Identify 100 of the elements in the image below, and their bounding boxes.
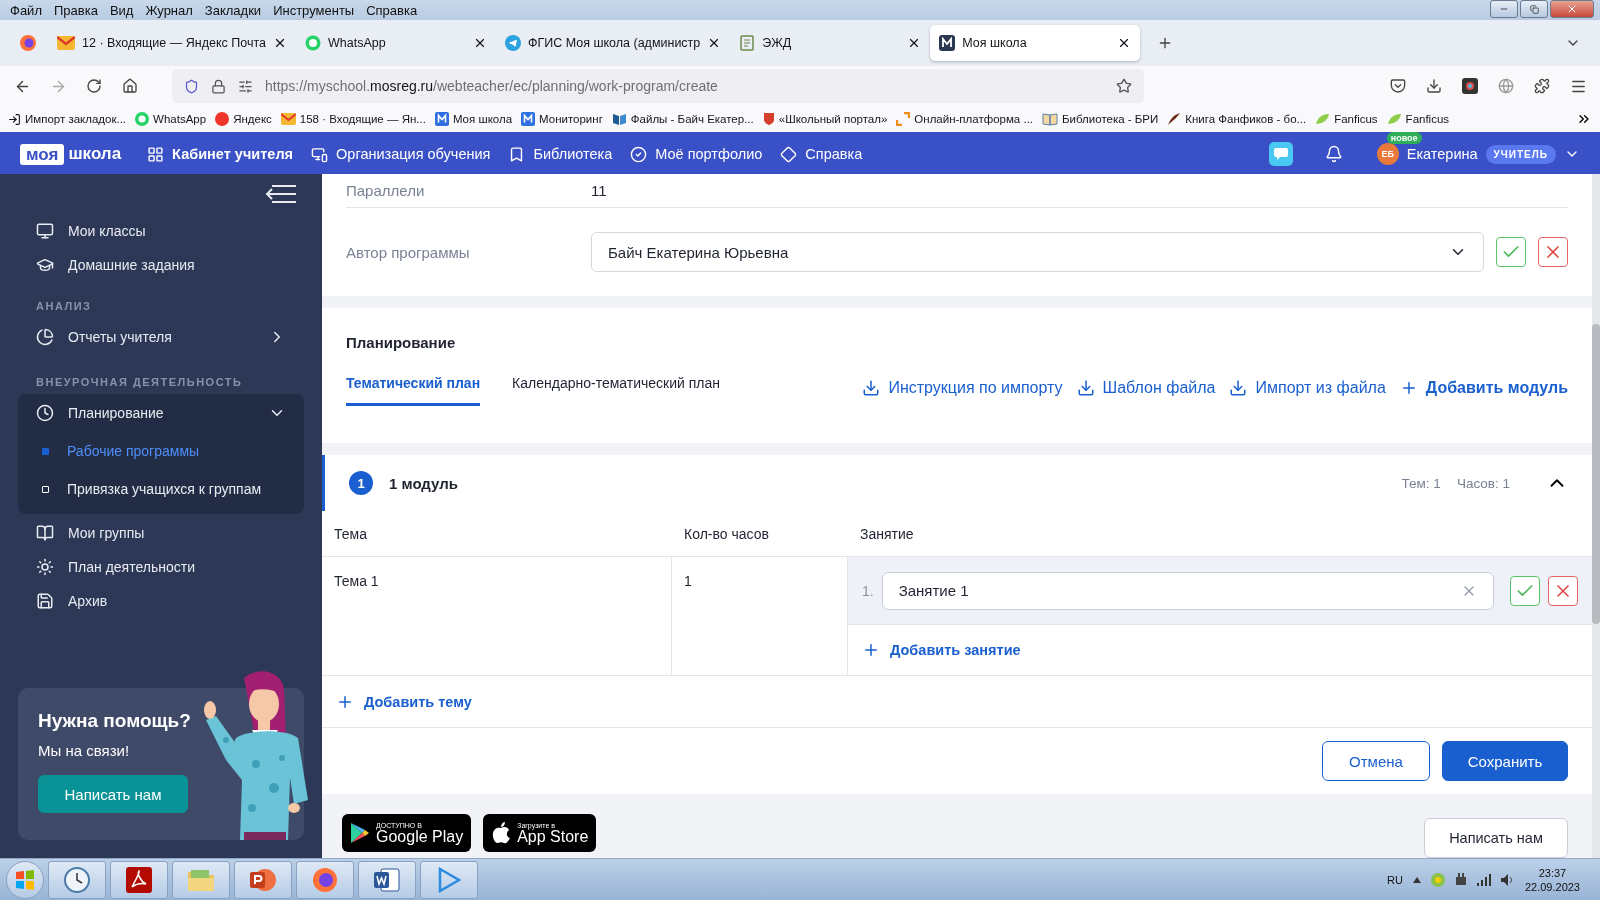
section-heading: АНАЛИЗ xyxy=(35,299,93,314)
app-logo-icon xyxy=(939,35,956,51)
clock-date[interactable]: 22.09.2023 xyxy=(1524,879,1580,894)
nav-link[interactable]: Организация обучения xyxy=(311,145,491,163)
collapse-menu-icon[interactable] xyxy=(264,184,298,204)
reload-icon xyxy=(86,78,102,94)
power-plug-icon[interactable] xyxy=(1454,872,1467,887)
action-link[interactable]: Шаблон файла xyxy=(1076,378,1216,397)
sidebar-item[interactable]: Отчеты учителя xyxy=(18,318,304,356)
document-app-button[interactable] xyxy=(358,860,416,899)
user-name[interactable]: Екатерина xyxy=(1406,146,1478,162)
slides-icon xyxy=(249,866,277,893)
menu-item[interactable]: Вид xyxy=(103,2,140,18)
chat-button[interactable] xyxy=(1268,142,1293,166)
bookmark[interactable]: Библиотека - БРИ xyxy=(1042,112,1159,126)
minimize-button[interactable] xyxy=(1490,0,1518,18)
browser-logo-icon[interactable] xyxy=(20,35,36,51)
plan-tab[interactable]: Тематический план xyxy=(346,375,481,406)
app-logo-icon xyxy=(521,112,536,126)
menu-item[interactable]: Журнал xyxy=(139,2,199,18)
cancel-button[interactable] xyxy=(1548,575,1578,606)
slides-app-button[interactable] xyxy=(234,860,292,899)
nav-link[interactable]: Кабинет учителя xyxy=(147,145,294,163)
lesson-input[interactable]: Занятие 1 xyxy=(881,571,1494,610)
play-triangle-icon xyxy=(350,822,370,844)
browser-tab[interactable]: ФГИС Моя школа (администр xyxy=(495,25,731,61)
author-select[interactable]: Байч Екатерина Юрьевна xyxy=(591,232,1484,272)
browser-tab[interactable]: ЭЖД xyxy=(730,25,931,61)
bookmark[interactable]: Моя школа xyxy=(434,112,513,126)
menu-item[interactable]: Справка xyxy=(360,2,424,18)
folder-icon xyxy=(187,867,215,892)
chat-bubble-icon xyxy=(304,35,321,51)
cancel-form-button[interactable]: Отмена xyxy=(1322,741,1430,781)
clock-icon xyxy=(64,866,90,893)
nav-link[interactable]: Справка xyxy=(780,145,863,163)
speaker-icon[interactable] xyxy=(1500,873,1515,886)
logo[interactable]: моя школа xyxy=(20,143,122,165)
module-stat: Часов: 1 xyxy=(1456,475,1510,491)
bookmark[interactable]: Книга Фанфиков - бо... xyxy=(1167,112,1307,126)
address-bar[interactable]: https://myschool.mosreg.ru/webteacher/ec/planning/work-program/create xyxy=(172,69,1144,103)
bookmark[interactable]: Файлы - Байч Екатер... xyxy=(611,112,754,126)
role-badge: УЧИТЕЛЬ xyxy=(1485,144,1556,164)
sidebar-item[interactable]: Домашние задания xyxy=(0,248,322,282)
app-logo-icon xyxy=(434,112,449,126)
menu-item[interactable]: Файл xyxy=(4,2,48,18)
help-title: Нужна помощь? xyxy=(38,710,192,732)
action-link[interactable]: Инструкция по импорту xyxy=(862,378,1063,397)
add-lesson-link[interactable]: Добавить занятие xyxy=(848,625,1592,675)
menu-item[interactable]: Закладки xyxy=(198,2,268,18)
bookmark[interactable]: WhatsApp xyxy=(135,112,207,126)
sidebar-item[interactable]: Мои классы xyxy=(0,214,322,248)
start-button[interactable] xyxy=(6,860,44,899)
write-us-button[interactable]: Написать нам xyxy=(38,775,188,813)
plan-tab[interactable]: Календарно-тематический план xyxy=(512,375,721,406)
star-icon[interactable] xyxy=(1116,78,1132,94)
bookmark[interactable]: Мониторинг xyxy=(521,112,603,126)
sidebar-item[interactable]: Планирование xyxy=(18,394,304,432)
sidebar-subitem[interactable]: Рабочие программы xyxy=(18,432,304,470)
bookmark[interactable]: Онлайн-платформа ... xyxy=(896,112,1034,126)
download-icon xyxy=(1229,378,1248,397)
cancel-button[interactable] xyxy=(1538,237,1568,267)
action-link[interactable]: Импорт из файла xyxy=(1229,378,1386,397)
browser-tab[interactable]: 12 · Входящие — Яндекс Почта xyxy=(48,25,296,61)
clock-icon xyxy=(36,404,54,422)
bookmark[interactable]: «Школьный портал» xyxy=(762,112,888,126)
bookmark[interactable]: 158 · Входящие — Ян... xyxy=(280,113,426,125)
pdf-app-button[interactable] xyxy=(110,860,168,899)
write-us-button[interactable]: Написать нам xyxy=(1424,818,1568,858)
field-label: Автор программы xyxy=(346,243,471,261)
bookmark[interactable]: Яндекс xyxy=(215,112,272,126)
restore-button[interactable] xyxy=(1520,0,1548,18)
chat-bubble-icon xyxy=(135,112,150,126)
nav-link[interactable]: Моё портфолио xyxy=(630,145,763,163)
language-indicator[interactable]: RU xyxy=(1387,873,1403,886)
arrow-up-icon[interactable] xyxy=(1412,876,1421,883)
browser-tab[interactable]: Моя школа xyxy=(930,25,1141,61)
clock-app-button[interactable] xyxy=(48,860,106,899)
sidebar-item[interactable]: План деятельности xyxy=(0,550,322,584)
bookmark[interactable]: Fanficus xyxy=(1386,113,1450,125)
menu-item[interactable]: Инструменты xyxy=(267,2,361,18)
field-value: 11 xyxy=(591,182,607,199)
chat-icon xyxy=(1273,148,1288,160)
bookmark[interactable]: Fanficus xyxy=(1315,113,1378,125)
save-button[interactable]: Сохранить xyxy=(1442,741,1568,781)
browser-app-button[interactable] xyxy=(296,860,354,899)
signal-icon[interactable] xyxy=(1476,873,1491,886)
bookmark[interactable]: Импорт закладок... xyxy=(8,112,127,126)
browser-tab[interactable]: WhatsApp xyxy=(295,25,496,61)
sidebar-item[interactable]: Мои группы xyxy=(0,516,322,550)
add-topic-link[interactable]: Добавить тему xyxy=(322,676,1592,728)
bell-icon[interactable] xyxy=(1324,145,1343,163)
close-icon xyxy=(1566,3,1578,15)
scrollbar-thumb[interactable] xyxy=(1592,324,1600,624)
column-header: Кол-во часов xyxy=(672,511,848,557)
sidebar-subitem[interactable]: Привязка учащихся к группам xyxy=(18,470,304,508)
nav-link[interactable]: Библиотека xyxy=(508,145,613,163)
action-link[interactable]: Добавить модуль xyxy=(1399,378,1568,397)
clock-time[interactable]: 23:37 xyxy=(1538,865,1567,880)
menu-item[interactable]: Правка xyxy=(47,2,104,18)
sidebar-item[interactable]: Архив xyxy=(0,584,322,618)
